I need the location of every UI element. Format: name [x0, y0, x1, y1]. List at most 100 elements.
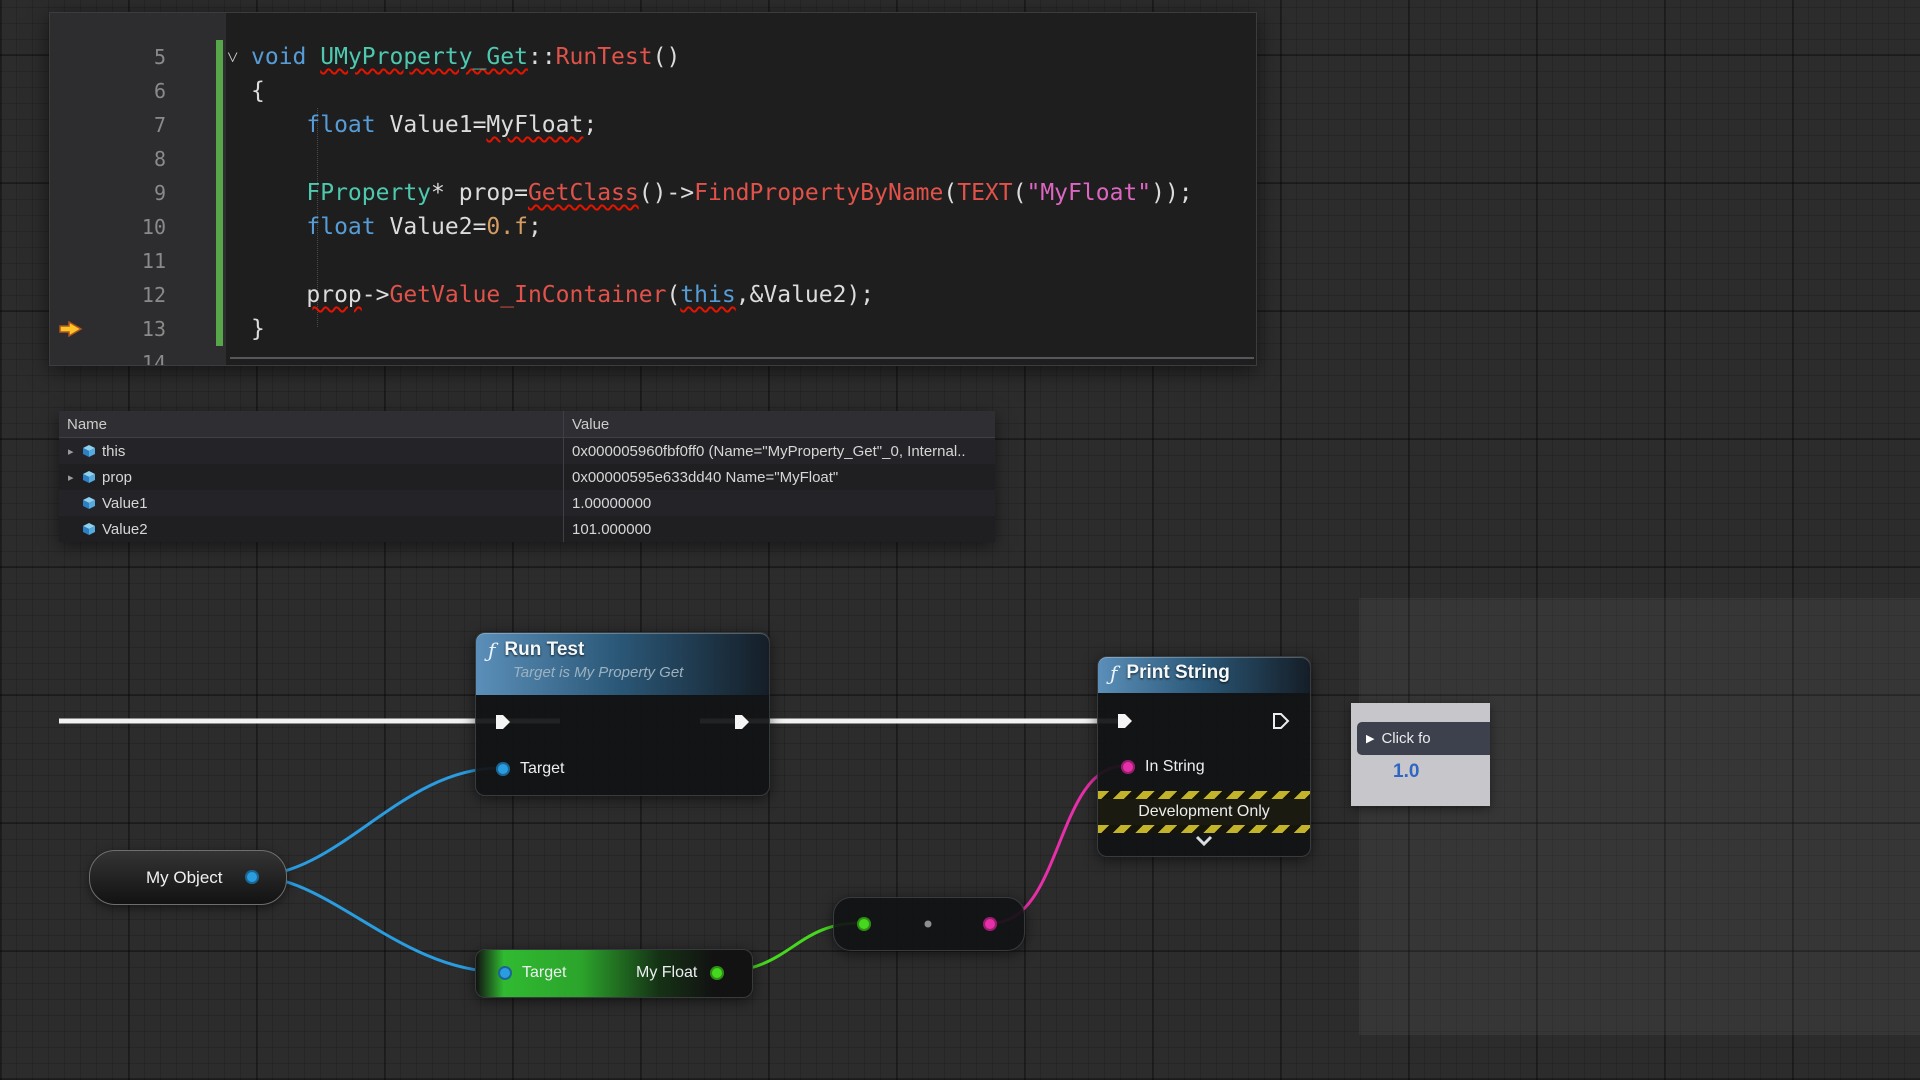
gutter[interactable]: 12: [50, 278, 226, 312]
watch-row[interactable]: ▸ this 0x000005960fbf0ff0 (Name="MyPropert…: [59, 438, 995, 464]
watch-variable-value: 1.00000000: [563, 495, 995, 512]
line-number: 13: [50, 312, 166, 346]
my-float-output-pin[interactable]: [710, 966, 724, 980]
code-token: ));: [1151, 180, 1193, 206]
gutter[interactable]: 13: [50, 312, 226, 346]
code-token: {: [251, 78, 265, 104]
watch-variable-name: Value1: [102, 495, 148, 512]
code-line: 14: [50, 346, 1256, 366]
gutter[interactable]: 9: [50, 176, 226, 210]
column-header-name[interactable]: Name: [59, 411, 563, 437]
watch-variable-name: prop: [102, 469, 132, 486]
node-my-object[interactable]: My Object: [89, 850, 287, 905]
getter-target-label: Target: [522, 964, 566, 982]
in-string-pin[interactable]: [1121, 760, 1135, 774]
click-for-more-label: Click fo: [1381, 730, 1430, 747]
code-token: [251, 214, 306, 240]
watch-rows: ▸ this 0x000005960fbf0ff0 (Name="MyPropert…: [59, 438, 995, 542]
gutter[interactable]: 5: [50, 40, 226, 74]
wire-myobject-to-getter-target[interactable]: [252, 876, 502, 972]
code-line: 11: [50, 244, 1256, 278]
tooltip-value: 1.0: [1393, 761, 1419, 783]
node-subtitle: Target is My Property Get: [476, 661, 769, 681]
code-lines: 5˅void UMyProperty_Get::RunTest()6{7 flo…: [50, 40, 1256, 366]
node-get-my-float[interactable]: Target My Float: [475, 949, 753, 998]
code-token: [251, 180, 306, 206]
code-token: UMyProperty_Get: [320, 44, 528, 70]
conversion-output-pin[interactable]: [983, 917, 997, 931]
code-token: (): [653, 44, 681, 70]
wire-myobject-to-runtest-target[interactable]: [252, 768, 500, 876]
code-text[interactable]: }: [226, 312, 1256, 346]
watch-variable-name: Value2: [102, 521, 148, 538]
click-for-more-button[interactable]: ▶ Click fo: [1357, 722, 1490, 755]
target-pin[interactable]: [496, 762, 510, 776]
code-token: RunTest: [556, 44, 653, 70]
run-test-header: ƒ Run Test Target is My Property Get: [476, 633, 769, 695]
code-line: 10 float Value2=0.f;: [50, 210, 1256, 244]
code-text[interactable]: {: [226, 74, 1256, 108]
code-token: ()->: [639, 180, 694, 206]
code-text[interactable]: [226, 142, 1256, 176]
code-line: 6{: [50, 74, 1256, 108]
watch-row[interactable]: ▸prop0x00000595e633dd40 Name="MyFloat": [59, 464, 995, 490]
gutter[interactable]: 8: [50, 142, 226, 176]
code-text[interactable]: float Value1=MyFloat;: [226, 108, 1256, 142]
watch-variable-value: 0x000005960fbf0ff0 (Name="MyProperty_Get…: [563, 443, 995, 460]
node-print-string[interactable]: ƒ Print String In String Development Onl…: [1097, 656, 1311, 857]
code-token: GetValue_InContainer: [389, 282, 666, 308]
development-only-label: Development Only: [1098, 799, 1310, 825]
code-token: float: [306, 214, 375, 240]
code-text[interactable]: FProperty* prop=GetClass()->FindProperty…: [226, 176, 1256, 210]
variable-icon: [82, 522, 96, 536]
node-conversion[interactable]: [833, 897, 1025, 951]
line-number: 9: [50, 176, 166, 210]
code-token: (: [666, 282, 680, 308]
exec-out-pin[interactable]: [1272, 712, 1290, 730]
column-divider[interactable]: [563, 411, 564, 542]
variable-icon: [82, 444, 96, 458]
expand-arrow-icon[interactable]: ▸: [68, 445, 82, 458]
conversion-input-pin[interactable]: [857, 917, 871, 931]
code-token: TEXT: [957, 180, 1012, 206]
code-token: ,&Value2);: [736, 282, 874, 308]
watch-variable-name: this: [102, 443, 125, 460]
code-line: 13}: [50, 312, 1256, 346]
code-text[interactable]: float Value2=0.f;: [226, 210, 1256, 244]
code-text[interactable]: prop->GetValue_InContainer(this,&Value2)…: [226, 278, 1256, 312]
editor-scrollbar-line[interactable]: [230, 357, 1254, 359]
gutter[interactable]: 7: [50, 108, 226, 142]
getter-target-pin[interactable]: [498, 966, 512, 980]
exec-in-pin[interactable]: [494, 713, 512, 731]
gutter[interactable]: 11: [50, 244, 226, 278]
fold-chevron-icon[interactable]: ˅: [227, 40, 238, 74]
column-header-value[interactable]: Value: [563, 411, 995, 437]
background-panel: [1359, 598, 1920, 1035]
line-number: 11: [50, 244, 166, 278]
function-icon: ƒ: [1110, 663, 1117, 683]
node-run-test[interactable]: ƒ Run Test Target is My Property Get Tar…: [475, 632, 770, 796]
code-line: 7 float Value1=MyFloat;: [50, 108, 1256, 142]
code-editor[interactable]: 5˅void UMyProperty_Get::RunTest()6{7 flo…: [49, 12, 1257, 366]
line-number: 10: [50, 210, 166, 244]
code-text[interactable]: [226, 346, 1256, 366]
variable-label: My Object: [146, 868, 223, 888]
line-number: 7: [50, 108, 166, 142]
code-text[interactable]: ˅void UMyProperty_Get::RunTest(): [226, 40, 1256, 74]
gutter[interactable]: 14: [50, 346, 226, 366]
code-token: this: [680, 282, 735, 308]
code-token: ;: [583, 112, 597, 138]
watch-row[interactable]: Value2101.000000: [59, 516, 995, 542]
code-text[interactable]: [226, 244, 1256, 278]
exec-in-pin[interactable]: [1116, 712, 1134, 730]
my-object-output-pin[interactable]: [245, 870, 259, 884]
exec-out-pin[interactable]: [733, 713, 751, 731]
expand-arrow-icon[interactable]: ▸: [68, 471, 82, 484]
line-number: 14: [50, 346, 166, 366]
watch-name-cell: ▸ prop: [59, 469, 563, 486]
watch-row[interactable]: Value1 1.00000000: [59, 490, 995, 516]
gutter[interactable]: 10: [50, 210, 226, 244]
watch-window[interactable]: Name Value ▸ this 0x000005960fbf0ff0 (Name…: [59, 411, 995, 542]
gutter[interactable]: 6: [50, 74, 226, 108]
expand-node-chevron-icon[interactable]: [1194, 835, 1214, 847]
